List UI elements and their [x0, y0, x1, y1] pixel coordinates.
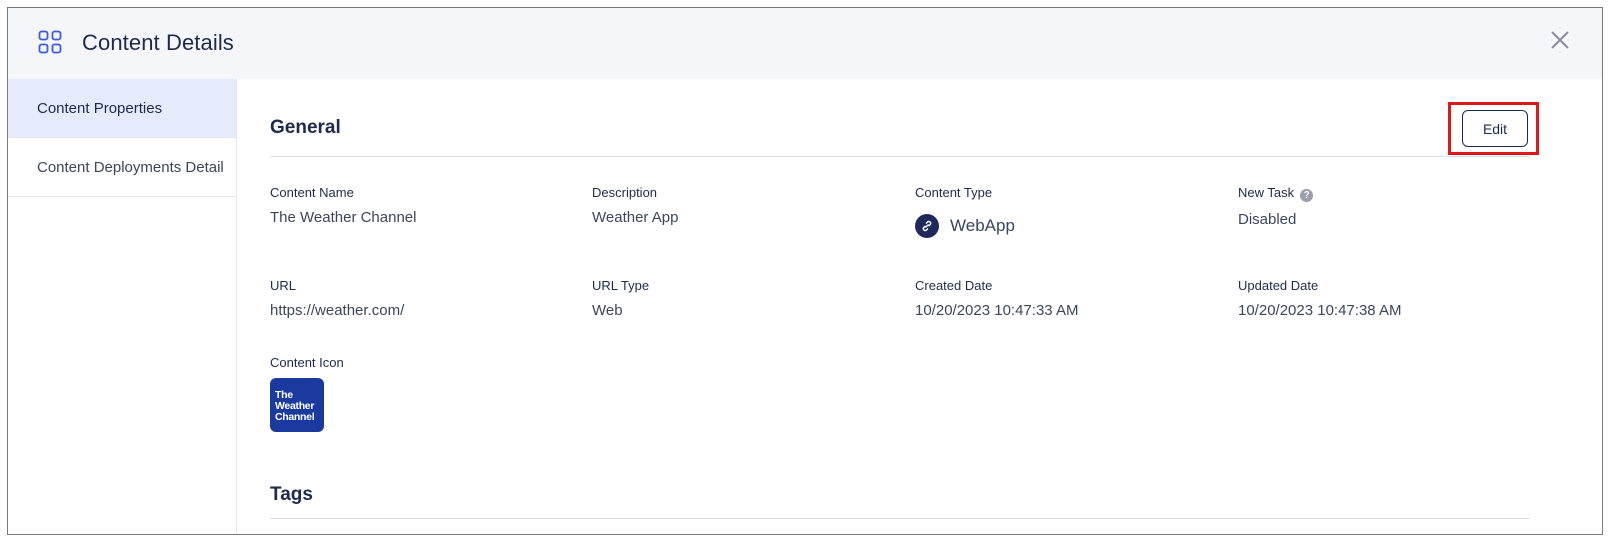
- field-value: 10/20/2023 10:47:38 AM: [1238, 302, 1402, 319]
- field-value: Web: [592, 302, 623, 319]
- section-title-general: General: [270, 117, 341, 138]
- field-label: Created Date: [915, 278, 993, 293]
- field-created-date: Created Date 10/20/2023 10:47:33 AM: [915, 278, 1078, 319]
- field-content-type: Content Type WebApp: [915, 185, 1015, 238]
- sidebar-item-label: Content Properties: [37, 99, 163, 117]
- field-label: Content Icon: [270, 355, 344, 370]
- sidebar-item-content-deployments-detail[interactable]: Content Deployments Detail: [8, 138, 236, 197]
- edit-button[interactable]: Edit: [1462, 110, 1528, 147]
- field-label: Content Type: [915, 185, 993, 200]
- field-label: Description: [592, 185, 658, 200]
- section-divider: [270, 518, 1530, 519]
- sidebar: Content Properties Content Deployments D…: [8, 79, 237, 534]
- field-content-name: Content Name The Weather Channel: [270, 185, 416, 226]
- link-icon: [915, 214, 939, 238]
- field-label: Content Name: [270, 185, 354, 200]
- grid-icon: [38, 30, 62, 54]
- field-description: Description Weather App: [592, 185, 678, 226]
- content-type-value: WebApp: [915, 214, 1015, 238]
- field-url: URL https://weather.com/: [270, 278, 404, 319]
- section-title-tags: Tags: [270, 484, 313, 505]
- field-new-task: New Task? Disabled: [1238, 185, 1314, 228]
- close-icon[interactable]: [1548, 28, 1572, 52]
- field-value: Weather App: [592, 209, 679, 226]
- field-label: Updated Date: [1238, 278, 1319, 293]
- field-value: 10/20/2023 10:47:33 AM: [915, 302, 1079, 319]
- help-icon[interactable]: ?: [1300, 189, 1314, 202]
- logo-text: The Weather Channel: [275, 389, 315, 423]
- field-label-row: New Task?: [1238, 185, 1314, 202]
- field-label: URL Type: [592, 278, 650, 293]
- field-value: Disabled: [1238, 211, 1297, 228]
- field-updated-date: Updated Date 10/20/2023 10:47:38 AM: [1238, 278, 1401, 319]
- field-url-type: URL Type Web: [592, 278, 649, 319]
- section-divider: [270, 156, 1530, 157]
- field-value: https://weather.com/: [270, 302, 405, 319]
- content-details-dialog: Content Details Content Properties Conte…: [7, 7, 1603, 535]
- weather-channel-logo: The Weather Channel: [270, 378, 324, 432]
- field-value: The Weather Channel: [270, 209, 417, 226]
- field-label: URL: [270, 278, 297, 293]
- field-value: WebApp: [950, 216, 1015, 235]
- sidebar-item-label: Content Deployments Detail: [37, 158, 224, 176]
- dialog-header: Content Details: [8, 8, 1602, 79]
- sidebar-item-content-properties[interactable]: Content Properties: [8, 79, 236, 138]
- field-content-icon: Content Icon The Weather Channel: [270, 355, 344, 432]
- dialog-title: Content Details: [82, 30, 234, 55]
- field-label: New Task: [1238, 185, 1295, 200]
